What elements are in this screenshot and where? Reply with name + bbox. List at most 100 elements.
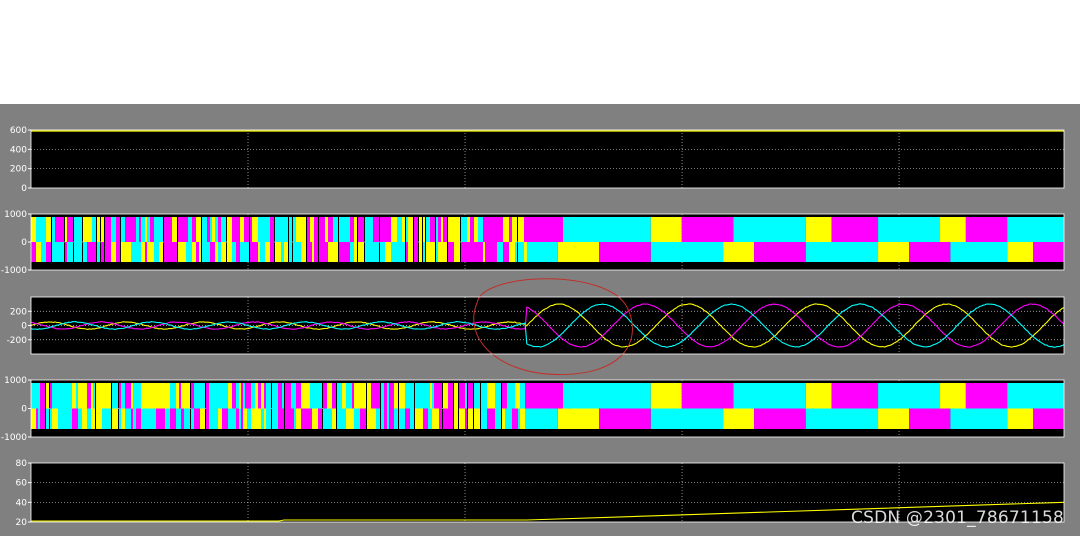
pwm-bar (509, 217, 512, 242)
pwm-bar (441, 242, 443, 262)
pwm-bar (119, 383, 121, 409)
pwm-bar (439, 408, 442, 429)
pwm-bar (36, 242, 41, 262)
pwm-bar (332, 408, 336, 429)
pwm-bar (461, 242, 467, 262)
pwm-bar (178, 217, 183, 242)
pwm-bar (505, 383, 507, 409)
pwm-block (754, 242, 806, 262)
pwm-bar (218, 242, 221, 262)
pwm-bar (196, 217, 199, 242)
pwm-bar (301, 217, 306, 242)
scope-panel-4: 1000 0 -1000 (1, 376, 1065, 443)
pwm-bar (209, 383, 212, 409)
pwm-bar (389, 408, 394, 429)
pwm-bar (301, 408, 307, 429)
pwm-block (723, 408, 755, 429)
pwm-bar (188, 242, 192, 262)
pwm-bar (285, 383, 291, 409)
pwm-bar (60, 217, 64, 242)
pwm-bar (318, 408, 322, 429)
pwm-bar (402, 217, 405, 242)
pwm-bar (419, 242, 422, 262)
pwm-bar (491, 242, 497, 262)
pwm-bar (87, 217, 92, 242)
pwm-bar (250, 217, 252, 242)
pwm-bar (87, 408, 91, 429)
pwm-bar (55, 217, 57, 242)
pwm-bar (40, 408, 45, 429)
pwm-bar (247, 408, 251, 429)
pwm-bar (91, 383, 93, 409)
pwm-bar (236, 217, 240, 242)
pwm-bar (261, 383, 264, 409)
pwm-bar (454, 408, 458, 429)
pwm-bar (131, 383, 133, 409)
pwm-bar (258, 217, 260, 242)
pwm-bar (207, 242, 210, 262)
pwm-bar (38, 408, 40, 429)
pwm-block (1033, 408, 1064, 429)
pwm-bar (46, 383, 49, 409)
pwm-bar (154, 242, 159, 262)
pwm-bar (72, 408, 76, 429)
scope-panel-3: 200 0 -200 (7, 278, 1065, 376)
pwm-bar (159, 217, 163, 242)
pwm-bar (170, 408, 176, 429)
pwm-bar (415, 383, 419, 409)
pwm-bar (179, 383, 181, 409)
pwm-block (754, 408, 806, 429)
pwm-bar (307, 242, 310, 262)
y-tick-label: 0 (21, 405, 27, 415)
pwm-bar (397, 217, 402, 242)
pwm-block (1033, 242, 1064, 262)
pwm-block (723, 242, 755, 262)
pwm-bar (376, 383, 380, 409)
y-tick-label: 1000 (4, 376, 27, 386)
pwm-bar (278, 408, 282, 429)
pwm-bar (360, 408, 366, 429)
pwm-bar (156, 383, 159, 409)
pwm-bar (121, 383, 125, 409)
pwm-bar (131, 242, 136, 262)
pwm-bar (227, 242, 232, 262)
pwm-bar (432, 408, 434, 429)
pwm-bar (105, 217, 111, 242)
pwm-block (950, 408, 1008, 429)
pwm-bar (203, 383, 205, 409)
pwm-bar (441, 217, 443, 242)
pwm-bar (46, 408, 49, 429)
pwm-bar (251, 383, 255, 409)
pwm-bar (93, 408, 95, 429)
pwm-bar (31, 217, 36, 242)
pwm-bar (50, 408, 52, 429)
pwm-bar (454, 217, 460, 242)
pwm-bar (131, 408, 133, 429)
pwm-bar (241, 383, 243, 409)
pwm-bar (515, 217, 517, 242)
pwm-bar (408, 242, 413, 262)
pwm-bar (307, 408, 310, 429)
pwm-bar (58, 383, 61, 409)
pwm-bar (243, 408, 245, 429)
pwm-bar (121, 408, 125, 429)
pwm-bar (209, 408, 212, 429)
pwm-bar (296, 242, 301, 262)
pwm-bar (275, 217, 281, 242)
pwm-bar (178, 242, 183, 262)
pwm-bar (325, 242, 328, 262)
pwm-bar (414, 242, 418, 262)
pwm-bar (270, 217, 274, 242)
pwm-bar (419, 217, 422, 242)
pwm-bar (200, 408, 203, 429)
pwm-bar (426, 242, 430, 262)
pwm-bar (215, 217, 218, 242)
pwm-bar (112, 383, 118, 409)
pwm-bar (46, 217, 51, 242)
pwm-bar (244, 242, 249, 262)
pwm-bar (354, 217, 357, 242)
pwm-bar (312, 383, 318, 409)
pwm-bar (183, 217, 186, 242)
pwm-bar (328, 217, 333, 242)
pwm-bar (318, 383, 322, 409)
